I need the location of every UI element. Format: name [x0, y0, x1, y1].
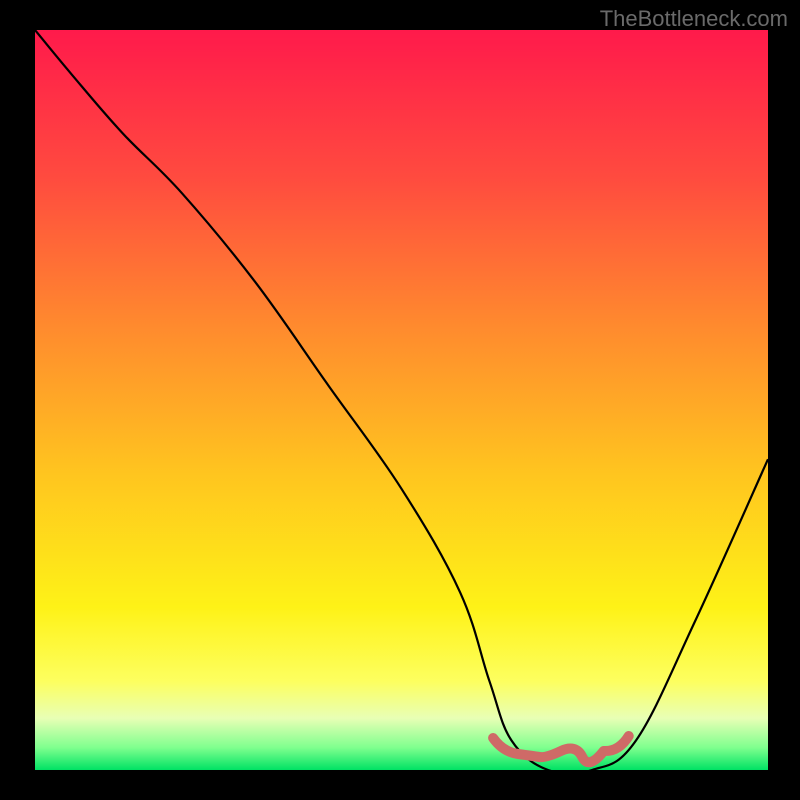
chart-background [35, 30, 768, 770]
bottleneck-chart [35, 30, 768, 770]
watermark: TheBottleneck.com [600, 6, 788, 32]
chart-container [35, 30, 768, 770]
